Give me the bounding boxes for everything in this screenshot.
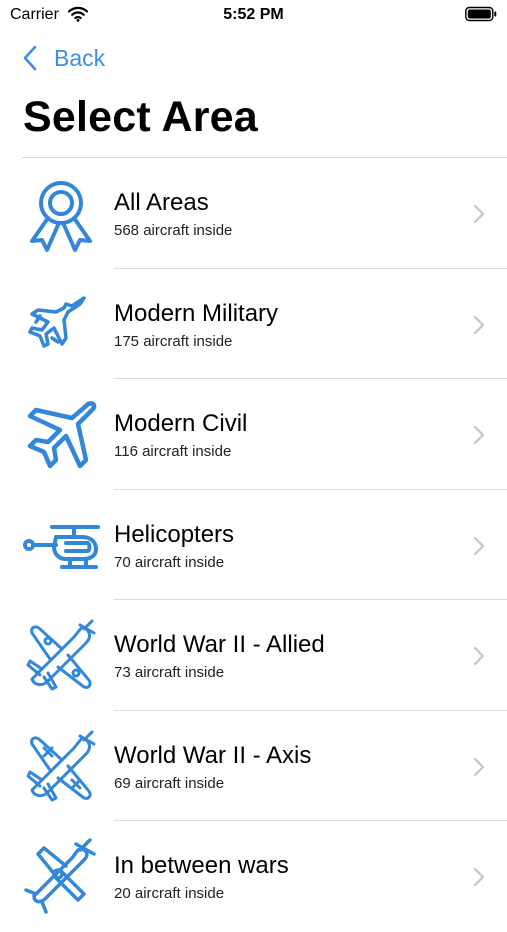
item-title: In between wars: [114, 852, 289, 879]
item-subtitle: 20 aircraft inside: [114, 885, 225, 902]
item-title: Modern Civil: [114, 410, 248, 437]
list-item-helicopters[interactable]: Helicopters 70 aircraft inside: [0, 490, 507, 600]
item-subtitle: 116 aircraft inside: [114, 443, 232, 460]
item-subtitle: 175 aircraft inside: [114, 332, 233, 350]
chevron-right-icon: [473, 646, 485, 666]
list-item-modern-civil[interactable]: Modern Civil 116 aircraft inside: [0, 379, 507, 490]
airliner-icon: [27, 401, 97, 469]
ww2-axis-plane-icon: [26, 730, 96, 801]
helicopter-icon: [23, 524, 100, 569]
item-title: World War II - Axis: [114, 741, 312, 769]
item-subtitle: 69 aircraft inside: [114, 774, 225, 792]
item-title: Modern Military: [114, 299, 279, 327]
item-subtitle: 73 aircraft inside: [114, 664, 225, 681]
area-list: All Areas 568 aircraft inside Modern Mil…: [0, 158, 507, 932]
chevron-right-icon: [473, 204, 485, 224]
chevron-right-icon: [473, 757, 485, 776]
item-title: All Areas: [114, 189, 209, 216]
clock: 5:52 PM: [223, 6, 284, 23]
list-item-all-areas[interactable]: All Areas 568 aircraft inside: [0, 158, 507, 269]
list-item-ww2-allied[interactable]: World War II - Allied 73 aircraft inside: [0, 600, 507, 711]
award-ribbon-icon: [30, 181, 92, 252]
battery-icon: [465, 6, 497, 22]
chevron-right-icon: [473, 425, 485, 445]
list-item-in-between-wars[interactable]: In between wars 20 aircraft inside: [0, 821, 507, 932]
chevron-right-icon: [473, 867, 485, 887]
chevron-right-icon: [473, 315, 485, 334]
back-button[interactable]: Back: [22, 40, 105, 76]
item-title: World War II - Allied: [114, 631, 325, 658]
chevron-right-icon: [473, 536, 485, 555]
ww2-allied-plane-icon: [26, 619, 96, 691]
item-subtitle: 568 aircraft inside: [114, 222, 233, 239]
item-subtitle: 70 aircraft inside: [114, 553, 225, 571]
list-item-modern-military[interactable]: Modern Military 175 aircraft inside: [0, 269, 507, 379]
back-chevron-icon: [23, 45, 37, 71]
status-bar: Carrier 5:52 PM: [0, 0, 507, 32]
back-label: Back: [54, 44, 106, 71]
list-item-ww2-axis[interactable]: World War II - Axis 69 aircraft inside: [0, 711, 507, 821]
item-title: Helicopters: [114, 520, 235, 548]
page-title: Select Area: [23, 93, 258, 141]
fighter-jet-icon: [28, 295, 86, 348]
biplane-icon: [24, 838, 96, 914]
